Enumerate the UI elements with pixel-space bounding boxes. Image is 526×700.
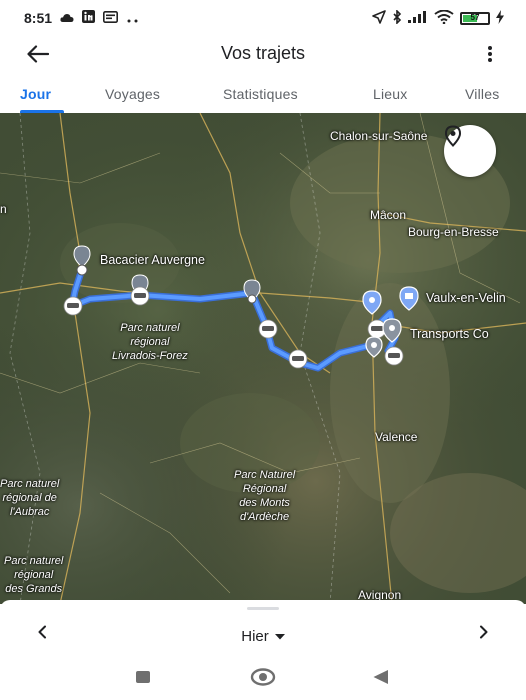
previous-day-button[interactable] <box>30 622 54 646</box>
triangle-back-icon <box>372 669 390 690</box>
date-label: Hier <box>241 627 269 645</box>
app-bar: Vos trajets <box>0 36 526 76</box>
linkedin-icon <box>82 10 96 26</box>
page-title: Vos trajets <box>220 43 306 63</box>
date-sheet: Hier <box>0 600 526 656</box>
caret-down-icon <box>274 627 285 645</box>
more-options-button[interactable] <box>478 40 502 72</box>
map-label-macon: Mâcon <box>370 208 407 222</box>
wifi-icon <box>434 9 454 27</box>
more-dots-icon <box>126 10 140 26</box>
map-label-valence: Valence <box>375 430 418 444</box>
sheet-drag-handle[interactable] <box>247 607 279 610</box>
tab-villes[interactable]: Villes <box>465 78 499 112</box>
tab-voyages[interactable]: Voyages <box>105 78 160 112</box>
charging-icon <box>496 9 504 27</box>
map-label-bourg: Bourg-en-Bresse <box>408 225 499 239</box>
map-label-bacacier: Bacacier Auvergne <box>100 253 205 267</box>
bluetooth-icon <box>392 8 402 27</box>
recents-button[interactable] <box>128 666 158 692</box>
circle-icon <box>249 667 277 692</box>
chevron-right-icon <box>479 625 489 644</box>
tab-jour[interactable]: Jour <box>20 78 51 112</box>
message-icon <box>103 10 119 26</box>
tab-lieux[interactable]: Lieux <box>373 78 407 112</box>
map-view[interactable]: Chalon-sur-Saône n Mâcon Bourg-en-Bresse… <box>0 113 526 604</box>
chevron-left-icon <box>37 625 47 644</box>
battery-icon: 57 <box>460 11 490 25</box>
next-day-button[interactable] <box>472 622 496 646</box>
cloud-icon <box>60 10 74 26</box>
map-label-aubrac: Parc naturel régional de l'Aubrac <box>0 478 60 518</box>
my-location-button[interactable] <box>444 125 496 177</box>
tab-statistiques[interactable]: Statistiques <box>223 78 298 112</box>
status-bar: 8:51 57 <box>0 0 526 36</box>
system-back-button[interactable] <box>366 666 396 692</box>
signal-icon <box>408 10 428 26</box>
map-label-vaulx: Vaulx-en-Velin <box>426 291 506 305</box>
tab-bar: Jour Voyages Statistiques Lieux Villes <box>0 78 526 112</box>
more-vert-icon <box>487 45 493 68</box>
date-picker-button[interactable]: Hier <box>210 624 316 648</box>
map-label-edge: n <box>0 202 7 216</box>
location-arrow-icon <box>372 9 386 27</box>
map-label-chalon: Chalon-sur-Saône <box>330 129 428 143</box>
status-time: 8:51 <box>24 10 53 26</box>
back-button[interactable] <box>22 40 54 72</box>
square-icon <box>135 670 151 689</box>
map-label-livradois: Parc naturel régional Livradois-Forez <box>112 322 188 362</box>
home-button[interactable] <box>248 666 278 692</box>
map-label-ardeche: Parc Naturel Régional des Monts d'Ardèch… <box>234 469 296 523</box>
satellite-terrain <box>0 113 526 604</box>
arrow-left-icon <box>27 44 50 68</box>
map-label-grands: Parc naturel régional des Grands <box>4 555 64 595</box>
system-nav-bar <box>0 658 526 700</box>
map-label-transports: Transports Co <box>410 327 489 341</box>
